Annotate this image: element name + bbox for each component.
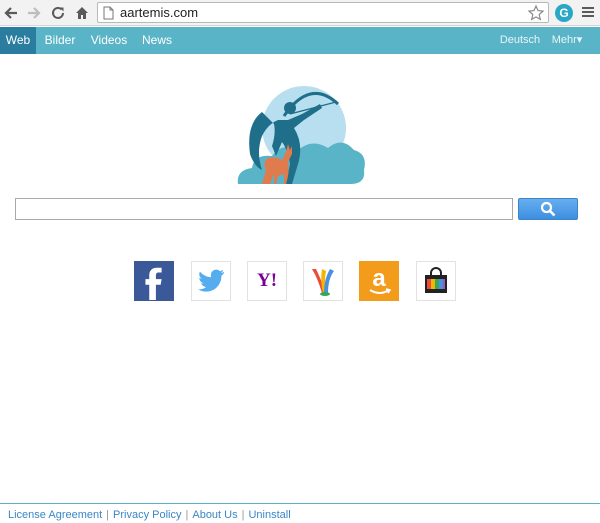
about-us-link[interactable]: About Us	[192, 509, 237, 521]
reload-icon	[52, 6, 64, 19]
footer-separator: |	[106, 509, 110, 521]
browser-toolbar: aartemis.com G	[0, 0, 600, 26]
privacy-policy-link[interactable]: Privacy Policy	[113, 509, 181, 521]
reload-button[interactable]	[48, 3, 68, 23]
facebook-tile[interactable]	[134, 261, 174, 301]
maps-tile[interactable]	[303, 261, 343, 301]
shopping-bag-icon	[425, 267, 447, 293]
shopping-tile[interactable]	[416, 261, 456, 301]
amazon-icon: a	[372, 265, 386, 292]
back-button[interactable]	[1, 3, 21, 23]
tab-videos[interactable]: Videos	[84, 27, 134, 54]
search-icon	[540, 201, 556, 217]
map-pin-icon	[312, 269, 334, 296]
license-agreement-link[interactable]: License Agreement	[8, 509, 102, 521]
page-icon	[103, 6, 114, 20]
url-text[interactable]: aartemis.com	[120, 5, 198, 21]
arrow-right-icon	[28, 7, 41, 19]
footer-separator: |	[241, 509, 245, 521]
arrow-left-icon	[4, 7, 17, 19]
amazon-tile[interactable]: a	[359, 261, 399, 301]
extension-icon[interactable]: G	[555, 4, 573, 22]
tab-web[interactable]: Web	[0, 27, 36, 54]
search-input[interactable]	[15, 198, 513, 220]
footer-separator: |	[185, 509, 189, 521]
yahoo-tile[interactable]: Y!	[247, 261, 287, 301]
footer: License Agreement | Privacy Policy | About U…	[8, 509, 291, 521]
hamburger-menu-icon[interactable]	[581, 5, 595, 19]
artemis-logo	[237, 86, 365, 184]
search-button[interactable]	[518, 198, 578, 220]
forward-button[interactable]	[24, 3, 44, 23]
amazon-smile-icon	[369, 288, 391, 294]
language-selector[interactable]: Deutsch	[496, 27, 544, 54]
yahoo-icon: Y!	[256, 270, 278, 291]
footer-divider	[0, 503, 600, 504]
more-menu[interactable]: Mehr▾	[547, 27, 587, 54]
twitter-tile[interactable]	[191, 261, 231, 301]
address-bar[interactable]: aartemis.com	[97, 2, 549, 23]
tab-news[interactable]: News	[137, 27, 177, 54]
home-icon	[76, 7, 88, 19]
bookmark-star-icon[interactable]	[527, 4, 545, 22]
quick-links: Y! a	[134, 261, 464, 301]
tab-bilder[interactable]: Bilder	[38, 27, 82, 54]
site-nav-bar: Web Bilder Videos News Deutsch Mehr▾	[0, 27, 600, 54]
uninstall-link[interactable]: Uninstall	[248, 509, 290, 521]
facebook-icon	[145, 267, 162, 300]
home-button[interactable]	[72, 3, 92, 23]
twitter-bird-icon	[198, 269, 224, 292]
